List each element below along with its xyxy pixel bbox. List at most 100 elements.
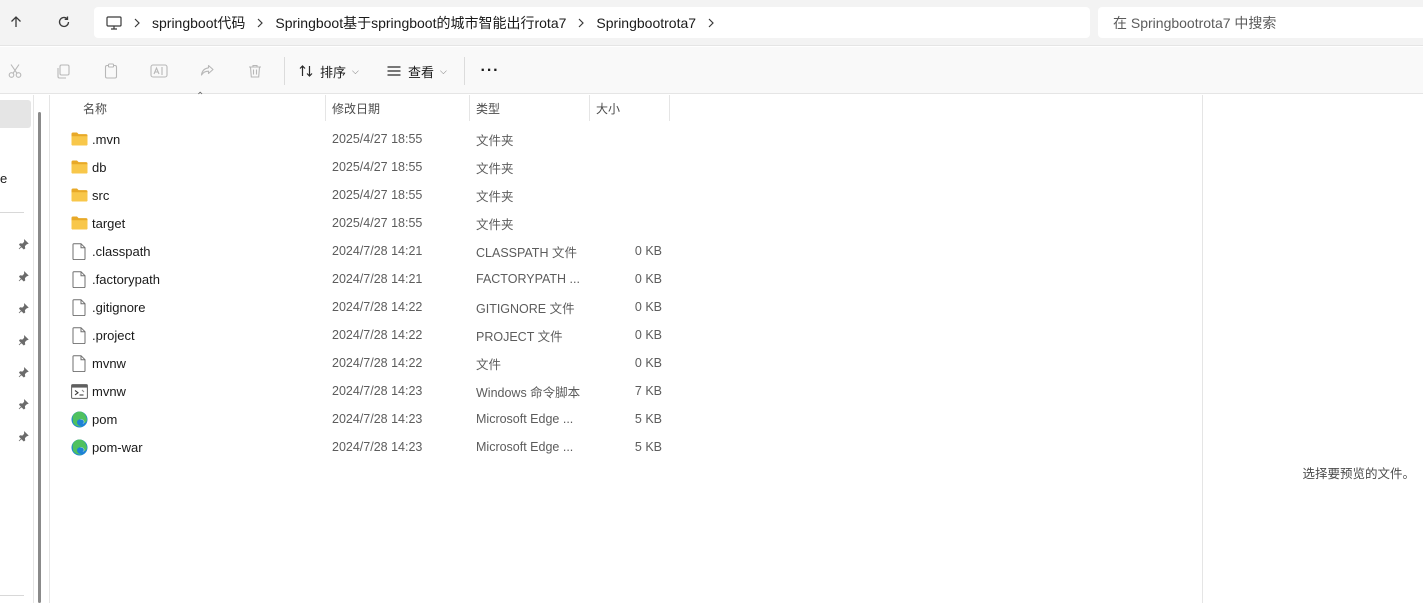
share-icon[interactable] [195, 59, 219, 83]
file-date: 2025/4/27 18:55 [332, 188, 423, 202]
paste-icon[interactable] [99, 59, 123, 83]
file-row[interactable]: pom 2024/7/28 14:23 Microsoft Edge ... 5 KB [50, 405, 1202, 433]
column-divider[interactable] [589, 95, 590, 121]
folder-icon [70, 186, 88, 204]
cut-icon[interactable] [3, 59, 27, 83]
file-row[interactable]: .factorypath 2024/7/28 14:21 FACTORYPATH .… [50, 265, 1202, 293]
file-size: 0 KB [634, 272, 662, 286]
file-size: 5 KB [634, 412, 662, 426]
file-icon [70, 298, 88, 316]
search-input[interactable]: 在 Springbootrota7 中搜索 [1098, 7, 1423, 38]
file-row[interactable]: pom-war 2024/7/28 14:23 Microsoft Edge ...… [50, 433, 1202, 461]
nav-item-label[interactable]: e [0, 171, 7, 186]
file-name-cell[interactable]: target [70, 209, 125, 237]
rename-icon[interactable] [147, 59, 171, 83]
sort-button[interactable]: 排序 ⌵ [298, 58, 359, 84]
address-bar-row: springboot代码 Springboot基于springboot的城市智能… [0, 0, 1423, 46]
view-icon [386, 63, 402, 79]
column-divider[interactable] [325, 95, 326, 121]
file-name-cell[interactable]: mvnw [70, 377, 126, 405]
file-row[interactable]: .gitignore 2024/7/28 14:22 GITIGNORE 文件 0 K… [50, 293, 1202, 321]
file-type: Windows 命令脚本 [476, 385, 581, 400]
file-icon [70, 326, 88, 344]
file-date: 2024/7/28 14:23 [332, 440, 423, 454]
file-list: ⌃ 名称 修改日期 类型 大小 .mvn 2025/4/27 18:55 文件夹 db… [49, 91, 1202, 603]
chevron-right-icon[interactable] [566, 18, 596, 28]
file-size: 0 KB [634, 300, 662, 314]
column-header-size[interactable]: 大小 [596, 95, 620, 121]
file-date: 2024/7/28 14:23 [332, 412, 423, 426]
file-size: 0 KB [634, 328, 662, 342]
file-type: 文件 [476, 357, 502, 372]
file-row[interactable]: db 2025/4/27 18:55 文件夹 [50, 153, 1202, 181]
chevron-right-icon[interactable] [122, 18, 152, 28]
address-box[interactable]: springboot代码 Springboot基于springboot的城市智能… [94, 7, 1090, 38]
file-row[interactable]: .mvn 2025/4/27 18:55 文件夹 [50, 125, 1202, 153]
chevron-right-icon[interactable] [696, 18, 726, 28]
column-header-date[interactable]: 修改日期 [332, 95, 380, 121]
pin-icon[interactable] [17, 238, 29, 250]
file-name-cell[interactable]: .classpath [70, 237, 151, 265]
file-size [590, 209, 662, 237]
breadcrumb-item[interactable]: Springboot基于springboot的城市智能出行rota7 [275, 13, 566, 33]
pin-icon[interactable] [17, 366, 29, 378]
file-row[interactable]: src 2025/4/27 18:55 文件夹 [50, 181, 1202, 209]
pin-icon[interactable] [17, 398, 29, 410]
file-name-cell[interactable]: pom-war [70, 433, 143, 461]
file-name-cell[interactable]: .mvn [70, 125, 120, 153]
file-icon [70, 354, 88, 372]
file-name-cell[interactable]: db [70, 153, 106, 181]
file-icon [70, 242, 88, 260]
toolbar-divider [284, 57, 285, 85]
toolbar-divider [464, 57, 465, 85]
up-arrow-icon[interactable] [2, 8, 30, 36]
file-date: 2024/7/28 14:21 [332, 272, 423, 286]
file-size [590, 125, 662, 153]
more-options-icon[interactable]: ··· [478, 59, 502, 83]
file-name-cell[interactable]: pom [70, 405, 117, 433]
chevron-right-icon[interactable] [245, 18, 275, 28]
file-date: 2025/4/27 18:55 [332, 216, 423, 230]
column-divider[interactable] [469, 95, 470, 121]
file-row[interactable]: .classpath 2024/7/28 14:21 CLASSPATH 文件 0 K… [50, 237, 1202, 265]
file-name: mvnw [92, 383, 126, 399]
column-header-name[interactable]: 名称 [83, 95, 107, 121]
view-button[interactable]: 查看 ⌵ [386, 58, 447, 84]
pin-icon[interactable] [17, 270, 29, 282]
file-name-cell[interactable]: mvnw [70, 349, 126, 377]
file-name-cell[interactable]: .gitignore [70, 293, 145, 321]
delete-icon[interactable] [243, 59, 267, 83]
file-type: CLASSPATH 文件 [476, 245, 577, 260]
file-type: 文件夹 [476, 189, 514, 204]
chevron-down-icon: ⌵ [352, 65, 359, 76]
file-row[interactable]: target 2025/4/27 18:55 文件夹 [50, 209, 1202, 237]
column-divider[interactable] [669, 95, 670, 121]
file-size [590, 181, 662, 209]
copy-icon[interactable] [51, 59, 75, 83]
pin-icon[interactable] [17, 430, 29, 442]
breadcrumb-item[interactable]: Springbootrota7 [596, 15, 696, 31]
refresh-icon[interactable] [50, 8, 78, 36]
nav-item-selected[interactable] [0, 100, 31, 128]
file-name: pom-war [92, 439, 143, 455]
nav-divider [0, 212, 24, 213]
column-header-type[interactable]: 类型 [476, 95, 500, 121]
file-name-cell[interactable]: src [70, 181, 109, 209]
file-type: 文件夹 [476, 217, 514, 232]
file-row[interactable]: mvnw 2024/7/28 14:22 文件 0 KB [50, 349, 1202, 377]
file-date: 2025/4/27 18:55 [332, 132, 423, 146]
file-name-cell[interactable]: .factorypath [70, 265, 160, 293]
breadcrumb-item[interactable]: springboot代码 [152, 13, 245, 33]
preview-pane: 选择要预览的文件。 [1202, 95, 1423, 603]
file-size: 0 KB [634, 244, 662, 258]
file-name-cell[interactable]: .project [70, 321, 135, 349]
file-type: FACTORYPATH ... [476, 272, 580, 286]
pin-icon[interactable] [17, 302, 29, 314]
file-size: 5 KB [634, 440, 662, 454]
file-row[interactable]: mvnw 2024/7/28 14:23 Windows 命令脚本 7 KB [50, 377, 1202, 405]
file-row[interactable]: .project 2024/7/28 14:22 PROJECT 文件 0 KB [50, 321, 1202, 349]
computer-icon[interactable] [106, 15, 122, 30]
file-type: 文件夹 [476, 161, 514, 176]
nav-scrollbar[interactable] [38, 112, 41, 603]
pin-icon[interactable] [17, 334, 29, 346]
